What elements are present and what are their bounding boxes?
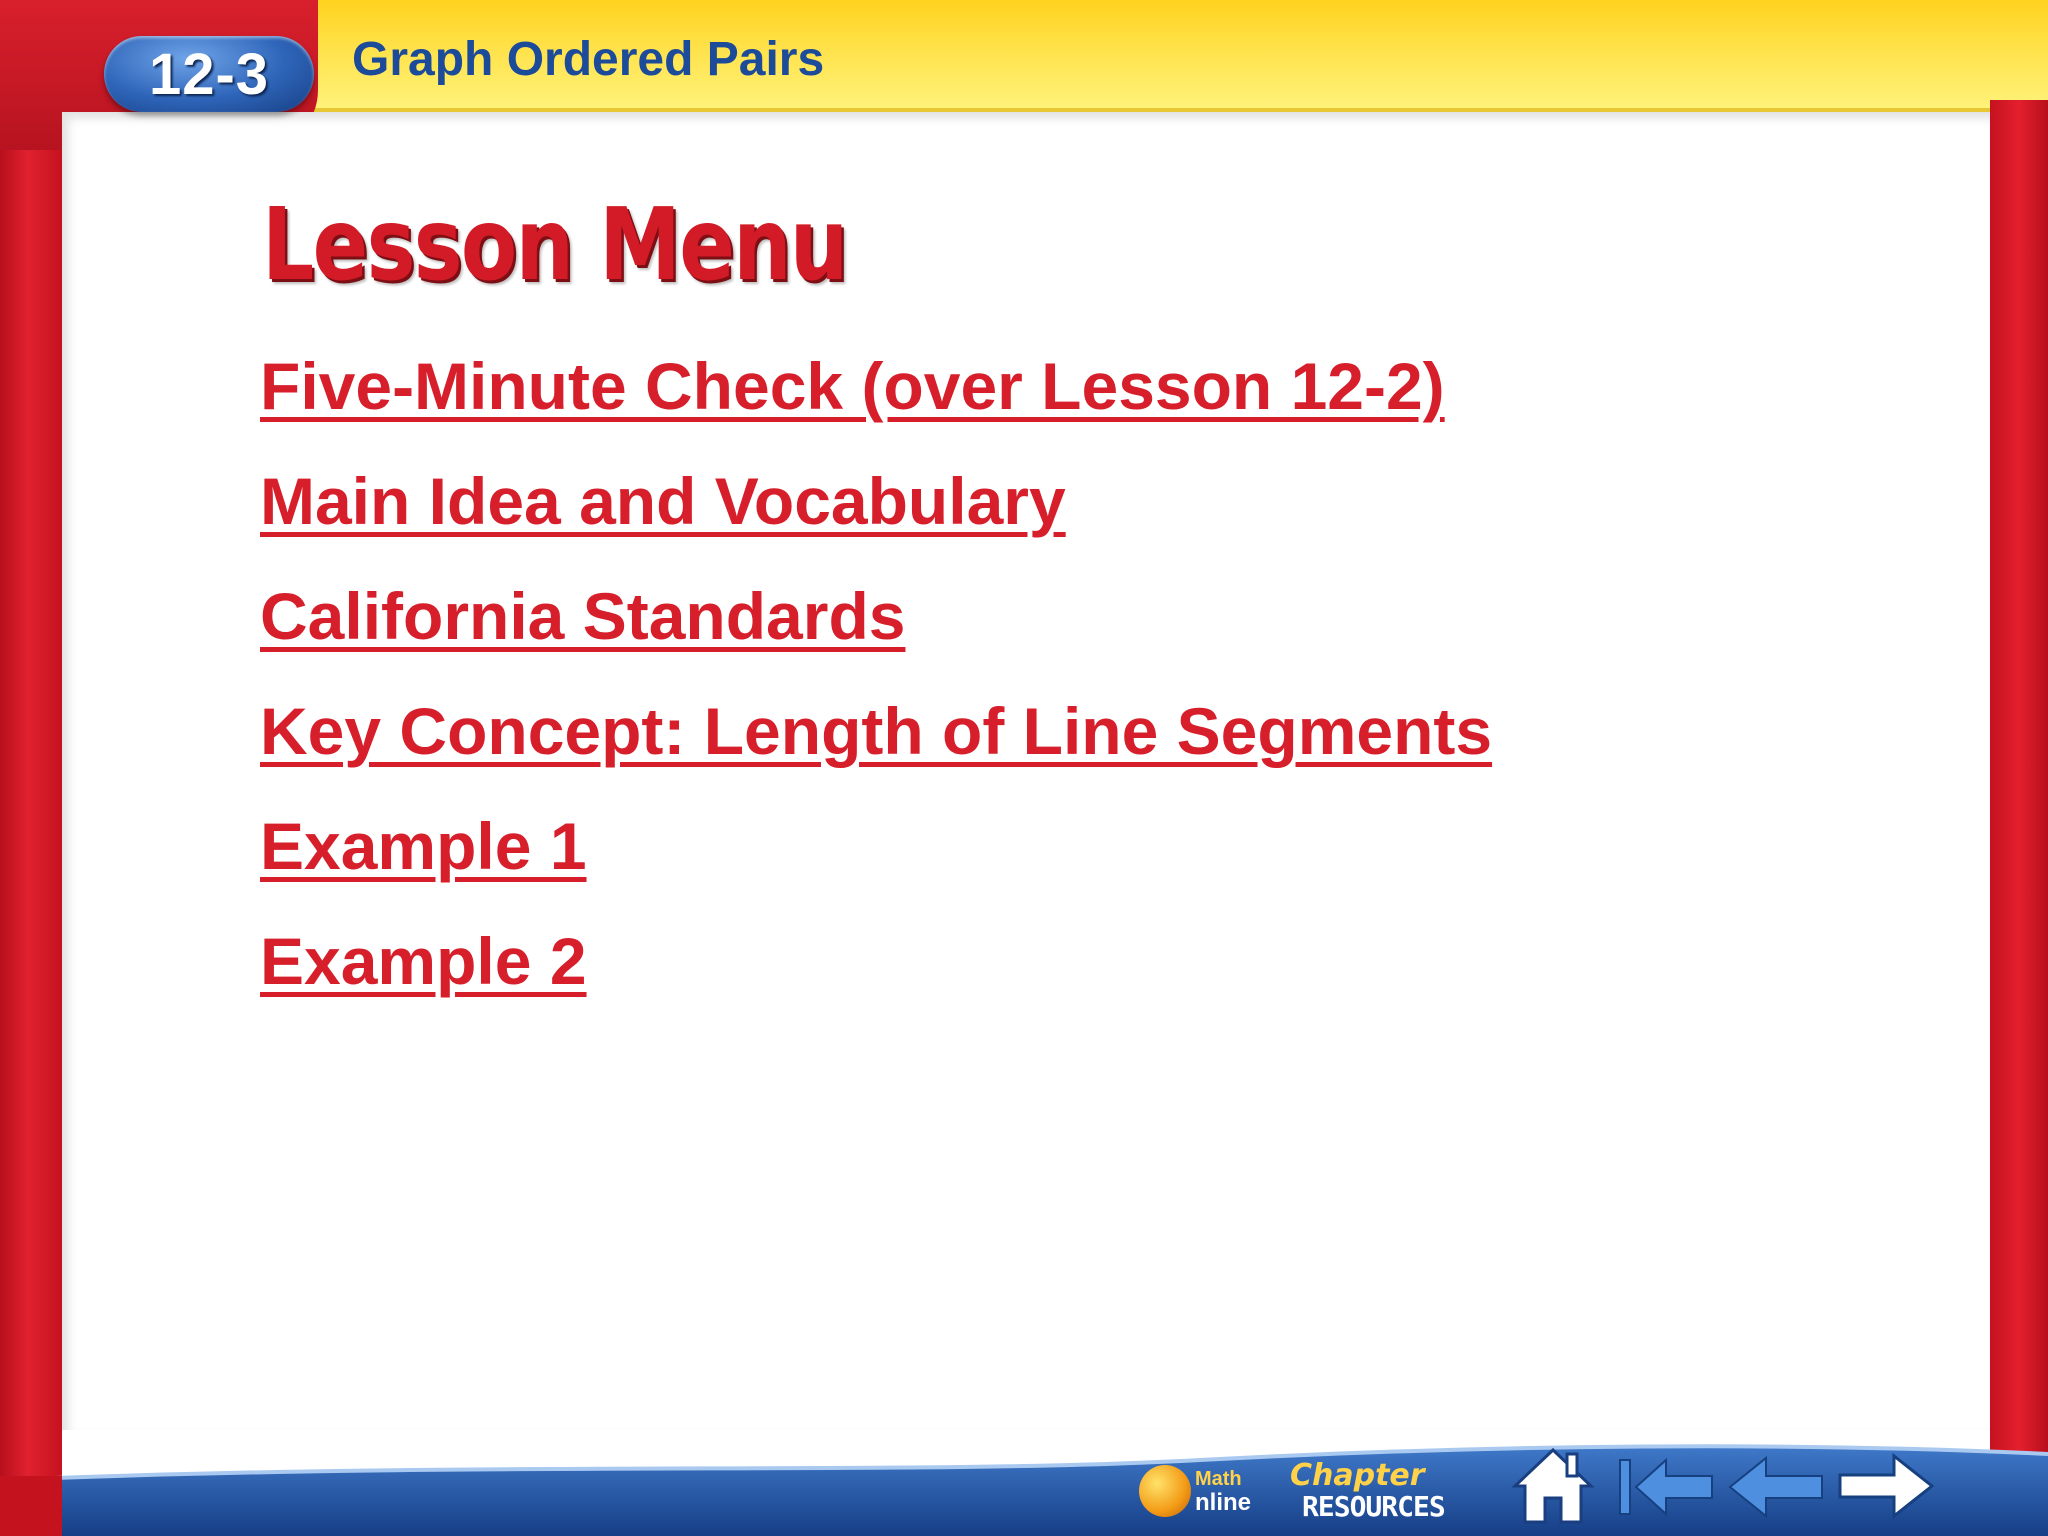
chapter-resources-label-bottom: RESOURCES: [1302, 1490, 1446, 1523]
menu-item: Main Idea and Vocabulary: [260, 463, 1492, 578]
page-title: Lesson Menu: [262, 186, 848, 303]
key-concept-link[interactable]: Key Concept: Length of Line Segments: [260, 694, 1492, 768]
five-minute-check-link[interactable]: Five-Minute Check (over Lesson 12-2): [260, 349, 1445, 423]
chapter-resources-button[interactable]: Chapter RESOURCES: [1290, 1450, 1476, 1532]
menu-item: Five-Minute Check (over Lesson 12-2): [260, 348, 1492, 463]
lesson-menu-list: Five-Minute Check (over Lesson 12-2) Mai…: [260, 348, 1492, 1038]
menu-item: Example 2: [260, 923, 1492, 1038]
math-online-label-top: Math: [1194, 1468, 1242, 1490]
menu-item: Key Concept: Length of Line Segments: [260, 693, 1492, 808]
first-slide-button[interactable]: [1616, 1452, 1716, 1522]
menu-item: Example 1: [260, 808, 1492, 923]
previous-arrow-icon: [1728, 1455, 1823, 1519]
next-slide-button[interactable]: [1836, 1450, 1936, 1522]
math-online-button[interactable]: Math nline: [1130, 1452, 1260, 1530]
next-arrow-icon: [1838, 1452, 1935, 1520]
lesson-number: 12-3: [148, 41, 270, 107]
menu-item: California Standards: [260, 578, 1492, 693]
left-frame-bar: [0, 0, 62, 1536]
math-online-icon: [1138, 1465, 1191, 1517]
main-idea-vocabulary-link[interactable]: Main Idea and Vocabulary: [260, 464, 1066, 538]
lesson-number-badge: 12-3: [104, 36, 314, 112]
example-2-link[interactable]: Example 2: [260, 924, 587, 998]
california-standards-link[interactable]: California Standards: [260, 579, 905, 653]
home-icon: [1511, 1447, 1595, 1524]
right-frame-bar: [1990, 100, 2048, 1536]
first-slide-icon: [1619, 1457, 1713, 1517]
home-button[interactable]: [1508, 1444, 1598, 1528]
previous-slide-button[interactable]: [1726, 1452, 1826, 1522]
lesson-title: Graph Ordered Pairs: [352, 33, 825, 86]
math-online-label-bottom: nline: [1194, 1489, 1251, 1516]
chapter-resources-label-top: Chapter: [1290, 1458, 1425, 1493]
example-1-link[interactable]: Example 1: [260, 809, 587, 883]
